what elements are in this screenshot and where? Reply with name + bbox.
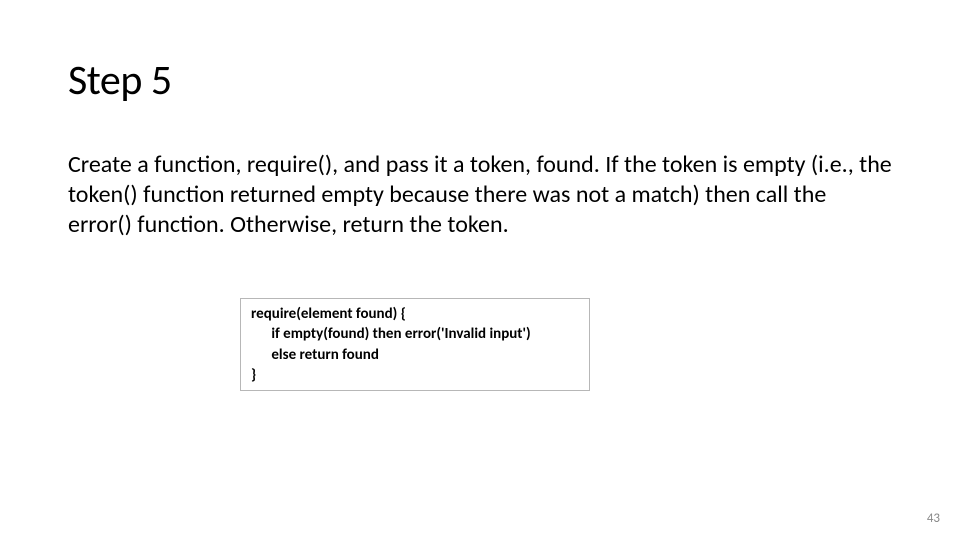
slide: Step 5 Create a function, require(), and… — [0, 0, 960, 540]
code-box: require(element found) { if empty(found)… — [240, 298, 590, 391]
page-number: 43 — [927, 511, 940, 526]
slide-title: Step 5 — [68, 55, 892, 106]
slide-body-text: Create a function, require(), and pass i… — [68, 150, 892, 240]
